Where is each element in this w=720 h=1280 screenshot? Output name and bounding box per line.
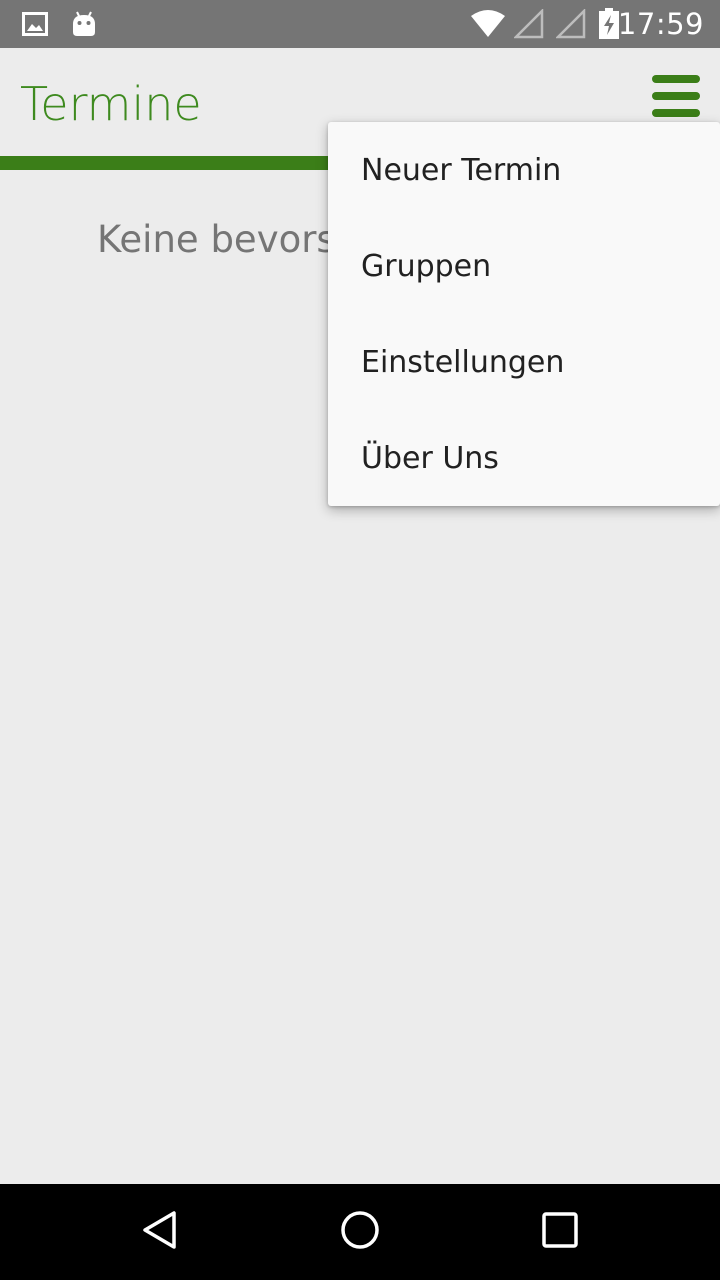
back-button[interactable] bbox=[112, 1184, 208, 1280]
home-icon bbox=[339, 1209, 381, 1255]
signal-icon bbox=[514, 0, 544, 48]
recents-button[interactable] bbox=[512, 1184, 608, 1280]
status-time: 17:59 bbox=[617, 7, 704, 41]
menu-item-groups[interactable]: Gruppen bbox=[328, 218, 720, 314]
menu-item-new-appointment[interactable]: Neuer Termin bbox=[328, 122, 720, 218]
overflow-menu: Neuer Termin Gruppen Einstellungen Über … bbox=[328, 122, 720, 506]
battery-charging-icon bbox=[598, 0, 620, 48]
gallery-icon bbox=[22, 0, 48, 48]
status-bar: 17:59 bbox=[0, 0, 720, 48]
menu-button[interactable] bbox=[644, 68, 708, 128]
page-title: Termine bbox=[20, 77, 202, 131]
recents-icon bbox=[541, 1211, 579, 1253]
screen: 17:59 Termine Keine bevorst Neuer Termin… bbox=[0, 0, 720, 1280]
menu-item-about-us[interactable]: Über Uns bbox=[328, 410, 720, 506]
menu-item-settings[interactable]: Einstellungen bbox=[328, 314, 720, 410]
navigation-bar bbox=[0, 1184, 720, 1280]
signal-icon bbox=[556, 0, 586, 48]
hamburger-menu-icon bbox=[651, 73, 701, 123]
back-icon bbox=[140, 1209, 180, 1255]
wifi-icon bbox=[470, 0, 506, 48]
empty-state-text: Keine bevorst bbox=[97, 218, 351, 261]
home-button[interactable] bbox=[312, 1184, 408, 1280]
android-icon bbox=[70, 0, 98, 48]
